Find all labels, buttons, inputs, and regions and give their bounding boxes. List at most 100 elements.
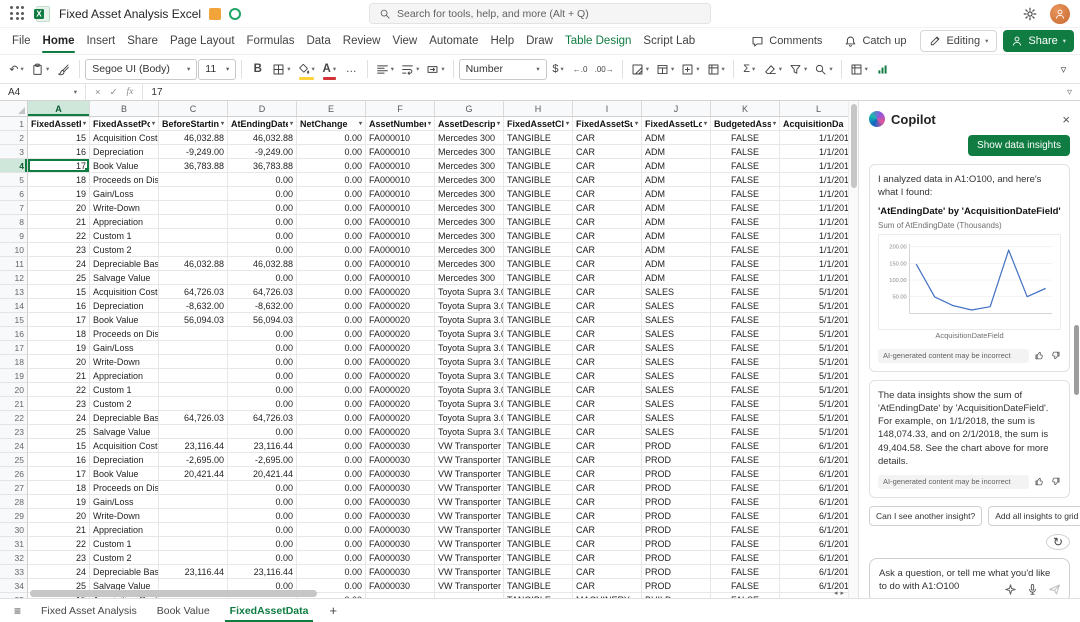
merge-center-button[interactable]: ▾ (423, 57, 447, 81)
column-header-F[interactable]: F (366, 101, 435, 116)
cell-C21[interactable] (159, 397, 228, 411)
cell-I19[interactable]: CAR (573, 369, 642, 383)
cell-E23[interactable]: 0.00 (297, 425, 366, 439)
cell-K5[interactable]: FALSE (711, 173, 780, 187)
share-button[interactable]: Share ▾ (1003, 30, 1074, 52)
cell-A9[interactable]: 22 (28, 229, 90, 243)
cell-B10[interactable]: Custom 2 (90, 243, 159, 257)
cell-I6[interactable]: CAR (573, 187, 642, 201)
format-painter-button[interactable] (53, 57, 74, 81)
cell-G5[interactable]: Mercedes 300 (435, 173, 504, 187)
row-header-34[interactable]: 34 (0, 579, 28, 593)
cell-F6[interactable]: FA000010 (366, 187, 435, 201)
cell-B19[interactable]: Appreciation (90, 369, 159, 383)
cell-A25[interactable]: 16 (28, 453, 90, 467)
cell-F4[interactable]: FA000010 (366, 159, 435, 173)
cell-B6[interactable]: Gain/Loss (90, 187, 159, 201)
send-icon[interactable] (1048, 583, 1061, 596)
cell-A31[interactable]: 22 (28, 537, 90, 551)
name-box[interactable]: A4 ▾ (0, 84, 86, 100)
cell-J23[interactable]: SALES (642, 425, 711, 439)
cell-D12[interactable]: 0.00 (228, 271, 297, 285)
more-font-options-button[interactable]: … (341, 57, 362, 81)
suggestion-chip[interactable]: Can I see another insight? (869, 506, 982, 526)
column-header-K[interactable]: K (711, 101, 780, 116)
cell-B9[interactable]: Custom 1 (90, 229, 159, 243)
cell-L5[interactable]: 1/1/2018 (780, 173, 848, 187)
microphone-icon[interactable] (1026, 583, 1039, 596)
cell-K22[interactable]: FALSE (711, 411, 780, 425)
cell-C6[interactable] (159, 187, 228, 201)
cell-C10[interactable] (159, 243, 228, 257)
cell-I26[interactable]: CAR (573, 467, 642, 481)
currency-format-button[interactable]: $▾ (548, 57, 569, 81)
cell-K3[interactable]: FALSE (711, 145, 780, 159)
cell-D9[interactable]: 0.00 (228, 229, 297, 243)
cell-L11[interactable]: 1/1/2018 (780, 257, 848, 271)
scroll-right-icon[interactable]: ▸ (840, 590, 844, 597)
column-header-D[interactable]: D (228, 101, 297, 116)
cell-A11[interactable]: 24 (28, 257, 90, 271)
row-header-20[interactable]: 20 (0, 383, 28, 397)
cell-H19[interactable]: TANGIBLE (504, 369, 573, 383)
cell-A2[interactable]: 15 (28, 131, 90, 145)
cell-L21[interactable]: 5/1/2018 (780, 397, 848, 411)
cell-J25[interactable]: PROD (642, 453, 711, 467)
cell-F31[interactable]: FA000030 (366, 537, 435, 551)
cell-K28[interactable]: FALSE (711, 495, 780, 509)
cell-L29[interactable]: 6/1/2018 (780, 509, 848, 523)
cell-I21[interactable]: CAR (573, 397, 642, 411)
cell-I25[interactable]: CAR (573, 453, 642, 467)
menu-formulas[interactable]: Formulas (241, 28, 301, 54)
cell-K30[interactable]: FALSE (711, 523, 780, 537)
formula-input[interactable]: 17 (143, 84, 1059, 100)
cell-D21[interactable]: 0.00 (228, 397, 297, 411)
cell-H32[interactable]: TANGIBLE (504, 551, 573, 565)
cell-D31[interactable]: 0.00 (228, 537, 297, 551)
cell-I29[interactable]: CAR (573, 509, 642, 523)
cell-G4[interactable]: Mercedes 300 (435, 159, 504, 173)
cell-B2[interactable]: Acquisition Cost (90, 131, 159, 145)
cell-F13[interactable]: FA000020 (366, 285, 435, 299)
cell-B12[interactable]: Salvage Value (90, 271, 159, 285)
clear-button[interactable]: ▾ (761, 57, 785, 81)
cell-L16[interactable]: 5/1/2018 (780, 327, 848, 341)
filter-icon[interactable]: ▾ (428, 120, 431, 127)
cell-B31[interactable]: Custom 1 (90, 537, 159, 551)
cell-J29[interactable]: PROD (642, 509, 711, 523)
cell-L28[interactable]: 6/1/2018 (780, 495, 848, 509)
copilot-input[interactable]: Ask a question, or tell me what you'd li… (869, 558, 1070, 598)
horizontal-scrollbar[interactable] (28, 590, 824, 597)
cell-K29[interactable]: FALSE (711, 509, 780, 523)
cell-F2[interactable]: FA000010 (366, 131, 435, 145)
all-sheets-menu-icon[interactable]: ≡ (10, 604, 25, 618)
cell-I20[interactable]: CAR (573, 383, 642, 397)
cell-C1[interactable]: BeforeStartin▾ (159, 117, 228, 131)
row-header-23[interactable]: 23 (0, 425, 28, 439)
row-header-15[interactable]: 15 (0, 313, 28, 327)
filter-icon[interactable]: ▾ (635, 120, 638, 127)
row-header-14[interactable]: 14 (0, 299, 28, 313)
cell-D24[interactable]: 23,116.44 (228, 439, 297, 453)
cell-F26[interactable]: FA000030 (366, 467, 435, 481)
cell-B3[interactable]: Depreciation (90, 145, 159, 159)
cell-I27[interactable]: CAR (573, 481, 642, 495)
comments-button[interactable]: Comments (743, 30, 830, 52)
menu-data[interactable]: Data (300, 28, 336, 54)
cell-C29[interactable] (159, 509, 228, 523)
cell-L12[interactable]: 1/1/2018 (780, 271, 848, 285)
cell-K8[interactable]: FALSE (711, 215, 780, 229)
cell-A20[interactable]: 22 (28, 383, 90, 397)
cell-C27[interactable] (159, 481, 228, 495)
cell-B7[interactable]: Write-Down (90, 201, 159, 215)
cell-G27[interactable]: VW Transporter (435, 481, 504, 495)
cell-E32[interactable]: 0.00 (297, 551, 366, 565)
cell-B13[interactable]: Acquisition Cost (90, 285, 159, 299)
cell-H28[interactable]: TANGIBLE (504, 495, 573, 509)
menu-automate[interactable]: Automate (423, 28, 484, 54)
cell-D13[interactable]: 64,726.03 (228, 285, 297, 299)
cell-A28[interactable]: 19 (28, 495, 90, 509)
menu-review[interactable]: Review (337, 28, 387, 54)
cell-B5[interactable]: Proceeds on Disposal (90, 173, 159, 187)
cell-D20[interactable]: 0.00 (228, 383, 297, 397)
